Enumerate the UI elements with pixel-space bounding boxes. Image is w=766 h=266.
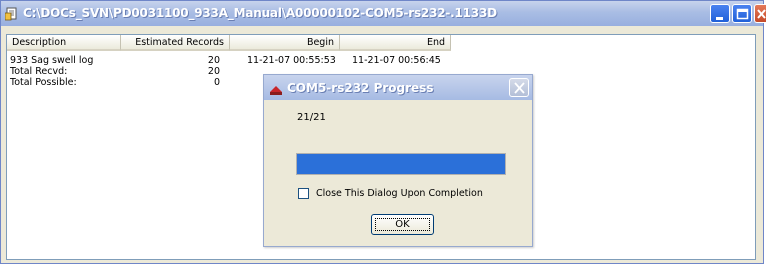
progress-count: 21/21 bbox=[297, 112, 326, 123]
row-records: 20 bbox=[207, 55, 220, 66]
dialog-title: COM5-rs232 Progress bbox=[287, 81, 434, 95]
row-begin: 11-21-07 00:55:53 bbox=[247, 55, 336, 66]
dialog-title-bar[interactable]: COM5-rs232 Progress bbox=[264, 75, 532, 100]
dialog-close-button[interactable] bbox=[509, 78, 529, 97]
close-icon bbox=[757, 9, 766, 19]
close-icon bbox=[514, 82, 525, 94]
row-description[interactable]: Total Possible: bbox=[10, 77, 77, 88]
column-header-end[interactable]: End bbox=[340, 35, 451, 51]
row-records: 0 bbox=[213, 77, 220, 88]
column-header-description[interactable]: Description bbox=[7, 35, 121, 51]
ok-button[interactable]: OK bbox=[371, 214, 434, 235]
column-header-begin[interactable]: Begin bbox=[230, 35, 340, 51]
document-icon bbox=[4, 6, 19, 21]
row-records: 20 bbox=[207, 66, 220, 77]
minimize-button[interactable] bbox=[710, 4, 730, 23]
title-bar[interactable]: C:\DOCs_SVN\PD0031100_933A_Manual\A00000… bbox=[1, 1, 766, 26]
progress-fill bbox=[297, 154, 505, 174]
maximize-icon bbox=[736, 8, 749, 20]
minimize-icon bbox=[716, 17, 723, 20]
progress-dialog: COM5-rs232 Progress 21/21 Close This Dia… bbox=[263, 74, 533, 247]
column-header-estimated-records[interactable]: Estimated Records bbox=[121, 35, 230, 51]
row-description[interactable]: 933 Sag swell log bbox=[10, 55, 93, 66]
close-on-completion-checkbox[interactable] bbox=[298, 188, 309, 199]
row-end: 11-21-07 00:56:45 bbox=[352, 55, 441, 66]
row-description[interactable]: Total Recvd: bbox=[10, 66, 67, 77]
close-on-completion-label[interactable]: Close This Dialog Upon Completion bbox=[316, 188, 483, 199]
connection-icon bbox=[269, 81, 283, 95]
close-button[interactable] bbox=[754, 4, 766, 23]
focus-rectangle bbox=[375, 218, 430, 231]
progress-bar bbox=[296, 153, 506, 175]
window-title: C:\DOCs_SVN\PD0031100_933A_Manual\A00000… bbox=[23, 6, 497, 20]
maximize-button[interactable] bbox=[732, 4, 752, 23]
